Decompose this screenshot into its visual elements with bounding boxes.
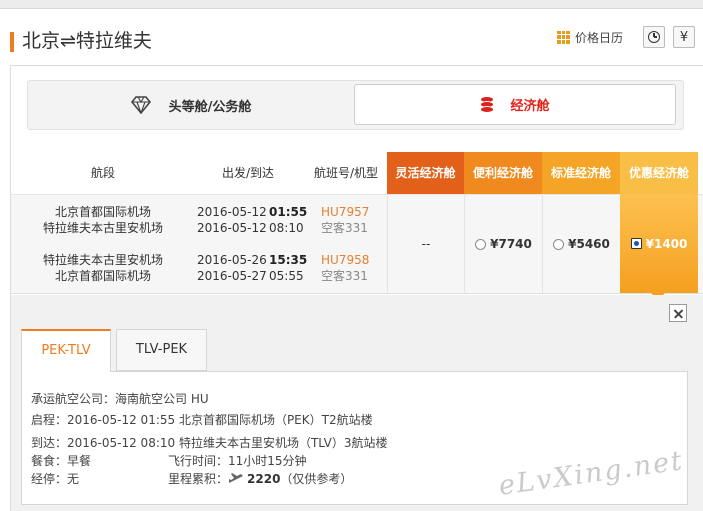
fare-flexible-cell: --	[387, 195, 464, 293]
route-title: 北京⇌特拉维夫	[22, 30, 152, 52]
leg2-aircraft: 空客331	[321, 269, 368, 283]
results-frame: 头等舱/公务舱 经济舱 航段 出发/到达 航班号/机型 灵活经济舱 便利经济舱 …	[10, 65, 703, 511]
duration-info: 飞行时间：11小时15分钟	[168, 454, 307, 468]
fare-discount-radio[interactable]	[630, 238, 642, 249]
leg1-aircraft: 空客331	[321, 221, 368, 235]
col-fare-convenient: 便利经济舱	[464, 152, 542, 194]
header-tools: 价格日历 ¥	[556, 26, 695, 48]
carrier-info: 承运航空公司：海南航空公司 HU	[31, 392, 209, 406]
col-flight: 航班号/机型	[313, 166, 379, 180]
col-segment: 航段	[90, 166, 115, 180]
col-fare-standard: 标准经济舱	[542, 152, 620, 194]
cabin-economy-tab[interactable]: 经济舱	[354, 84, 676, 125]
tab-tlv-pek[interactable]: TLV-PEK	[116, 329, 207, 371]
cabin-business-label: 头等舱/公务舱	[168, 99, 252, 115]
fare-convenient-price: ¥7740	[490, 237, 532, 251]
leg2-dep-date: 2016-05-26	[197, 253, 267, 267]
leg1-arr-date: 2016-05-12	[197, 221, 267, 235]
meal-info: 餐食：早餐	[31, 454, 92, 468]
leg1-arr-time: 08:10	[269, 221, 304, 235]
leg1-to: 特拉维夫本古里安机场	[42, 221, 163, 235]
miles-info: 里程累积： 2220（仅供参考）	[168, 471, 352, 487]
fare-flexible-price: --	[421, 237, 431, 251]
leg1-flight-number[interactable]: HU7957	[321, 204, 369, 220]
leg1-dep-time: 01:55	[269, 205, 308, 219]
close-icon[interactable]	[669, 304, 687, 322]
fare-discount-price: ¥1400	[645, 236, 688, 251]
col-fare-flexible: 灵活经济舱	[387, 152, 464, 194]
stop-info: 经停：无	[31, 472, 80, 486]
leg2-arr-time: 05:55	[269, 269, 304, 283]
table-row: 北京首都国际机场 特拉维夫本古里安机场 2016-05-12 01:55 201…	[11, 194, 703, 294]
diamond-icon	[130, 96, 151, 114]
leg2-arr-date: 2016-05-27	[197, 269, 267, 283]
leg2-dep-time: 15:35	[269, 253, 308, 267]
fare-table-header: 航段 出发/到达 航班号/机型 灵活经济舱 便利经济舱 标准经济舱 优惠经济舱	[11, 152, 703, 194]
flight-detail-panel: PEK-TLV TLV-PEK 承运航空公司：海南航空公司 HU 启程：2016…	[11, 295, 703, 511]
clock-icon	[648, 31, 660, 43]
fare-convenient-cell[interactable]: ¥7740	[464, 195, 542, 293]
departure-info: 启程：2016-05-12 01:55 北京首都国际机场（PEK）T2航站楼	[31, 413, 373, 427]
miles-label: 里程累积：	[168, 472, 229, 486]
calendar-grid-icon[interactable]	[556, 30, 570, 44]
tab-pek-tlv[interactable]: PEK-TLV	[21, 329, 111, 372]
fare-discount-cell[interactable]: ¥1400	[620, 194, 698, 293]
fare-standard-radio[interactable]	[553, 238, 565, 250]
flight-result-page: 北京⇌特拉维夫 价格日历 ¥ 头等舱/公务舱 经济舱 航段 出发/到达 航班号/…	[0, 8, 703, 511]
leg1-dep-date: 2016-05-12	[197, 205, 267, 219]
miles-note: （仅供参考）	[280, 472, 353, 486]
cabin-economy-label: 经济舱	[510, 99, 550, 114]
leg2-from: 特拉维夫本古里安机场	[42, 253, 163, 267]
coin-stack-icon	[480, 95, 496, 114]
fare-standard-cell[interactable]: ¥5460	[542, 195, 620, 293]
plane-icon	[229, 473, 244, 483]
fare-convenient-radio[interactable]	[475, 238, 487, 250]
yen-icon: ¥	[679, 29, 689, 45]
price-calendar-link[interactable]: 价格日历	[575, 29, 623, 46]
title-accent-bar	[10, 32, 14, 52]
col-fare-discount: 优惠经济舱	[620, 152, 698, 194]
leg2-to: 北京首都国际机场	[54, 269, 151, 283]
fare-standard-price: ¥5460	[568, 237, 610, 251]
flight-info-box: 承运航空公司：海南航空公司 HU 启程：2016-05-12 01:55 北京首…	[21, 371, 688, 505]
arrival-info: 到达：2016-05-12 08:10 特拉维夫本古里安机场（TLV）3航站楼	[31, 436, 388, 450]
leg2-flight-number[interactable]: HU7958	[321, 252, 369, 268]
cabin-selector: 头等舱/公务舱 经济舱	[27, 80, 684, 130]
time-sort-button[interactable]	[643, 26, 665, 48]
cabin-business-tab[interactable]: 头等舱/公务舱	[28, 81, 354, 129]
col-time: 出发/到达	[221, 166, 275, 180]
miles-value: 2220	[247, 472, 281, 486]
leg1-from: 北京首都国际机场	[54, 205, 151, 219]
price-sort-button[interactable]: ¥	[673, 26, 695, 48]
